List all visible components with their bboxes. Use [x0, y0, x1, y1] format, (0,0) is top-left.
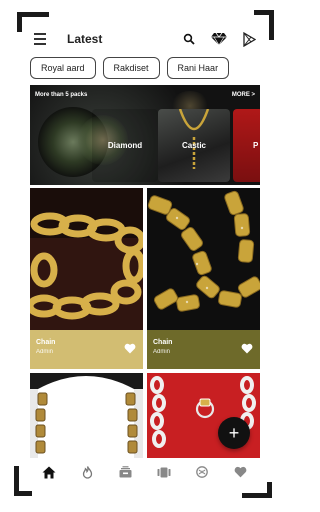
corner-bracket-top-right	[254, 10, 274, 40]
chip-royal-aard[interactable]: Royal aard	[30, 57, 96, 79]
product-name: Chain	[153, 339, 173, 346]
banner-card-label: Castic	[181, 141, 206, 150]
banner-card-label: P	[253, 141, 259, 150]
chain-image	[147, 188, 260, 330]
chip-rani-haar[interactable]: Rani Haar	[166, 57, 230, 79]
more-link[interactable]: MORE >	[232, 92, 255, 98]
chip-rakdiset[interactable]: Rakdiset	[102, 57, 160, 79]
app-bar: Latest	[30, 26, 260, 52]
heart-icon[interactable]	[124, 343, 136, 354]
heart-icon[interactable]	[241, 343, 253, 354]
card-footer: Chain Admin	[147, 330, 260, 369]
product-card[interactable]: Chain Admin	[147, 188, 260, 369]
banner-card-castic[interactable]: Castic	[158, 109, 230, 182]
premium-button[interactable]	[208, 28, 230, 50]
nav-favorites[interactable]	[229, 460, 253, 484]
bracelet-image	[30, 373, 143, 459]
banner-header: More than 5 packs MORE >	[30, 85, 260, 105]
product-author: Admin	[36, 349, 54, 355]
explore-icon	[196, 466, 209, 478]
search-button[interactable]	[178, 28, 200, 50]
fire-icon	[82, 465, 93, 479]
nav-explore[interactable]	[190, 460, 214, 484]
home-icon	[42, 466, 56, 478]
heart-icon	[234, 466, 247, 478]
add-button[interactable]: +	[218, 417, 250, 449]
banner-card-diamond[interactable]: Diamond	[92, 109, 158, 182]
bottom-nav	[30, 458, 260, 486]
corner-bracket-bottom-right	[242, 482, 272, 498]
menu-icon[interactable]	[34, 33, 50, 45]
search-icon	[183, 33, 195, 45]
product-card[interactable]: Chain Admin	[30, 188, 143, 369]
album-icon	[119, 466, 132, 478]
banner-card-label: Diamond	[107, 141, 143, 150]
category-chips: Royal aard Rakdiset Rani Haar	[30, 57, 260, 79]
product-author: Admin	[153, 349, 171, 355]
card-footer: Chain Admin	[30, 330, 143, 369]
chain-image	[30, 188, 143, 330]
gallery-icon	[157, 467, 171, 477]
nav-gallery[interactable]	[152, 460, 176, 484]
nav-trending[interactable]	[75, 460, 99, 484]
featured-banner: More than 5 packs MORE > Diamond Castic …	[30, 85, 260, 185]
nav-home[interactable]	[37, 460, 61, 484]
banner-card-partial[interactable]: P	[233, 109, 260, 182]
product-name: Chain	[36, 339, 56, 346]
nav-collections[interactable]	[114, 460, 138, 484]
diamond-icon	[211, 32, 227, 46]
corner-bracket-top-left	[17, 12, 49, 32]
corner-bracket-bottom-left	[14, 466, 32, 496]
product-card[interactable]	[30, 373, 143, 459]
page-title: Latest	[67, 32, 103, 46]
banner-subtitle: More than 5 packs	[35, 92, 88, 98]
plus-icon: +	[228, 422, 240, 443]
